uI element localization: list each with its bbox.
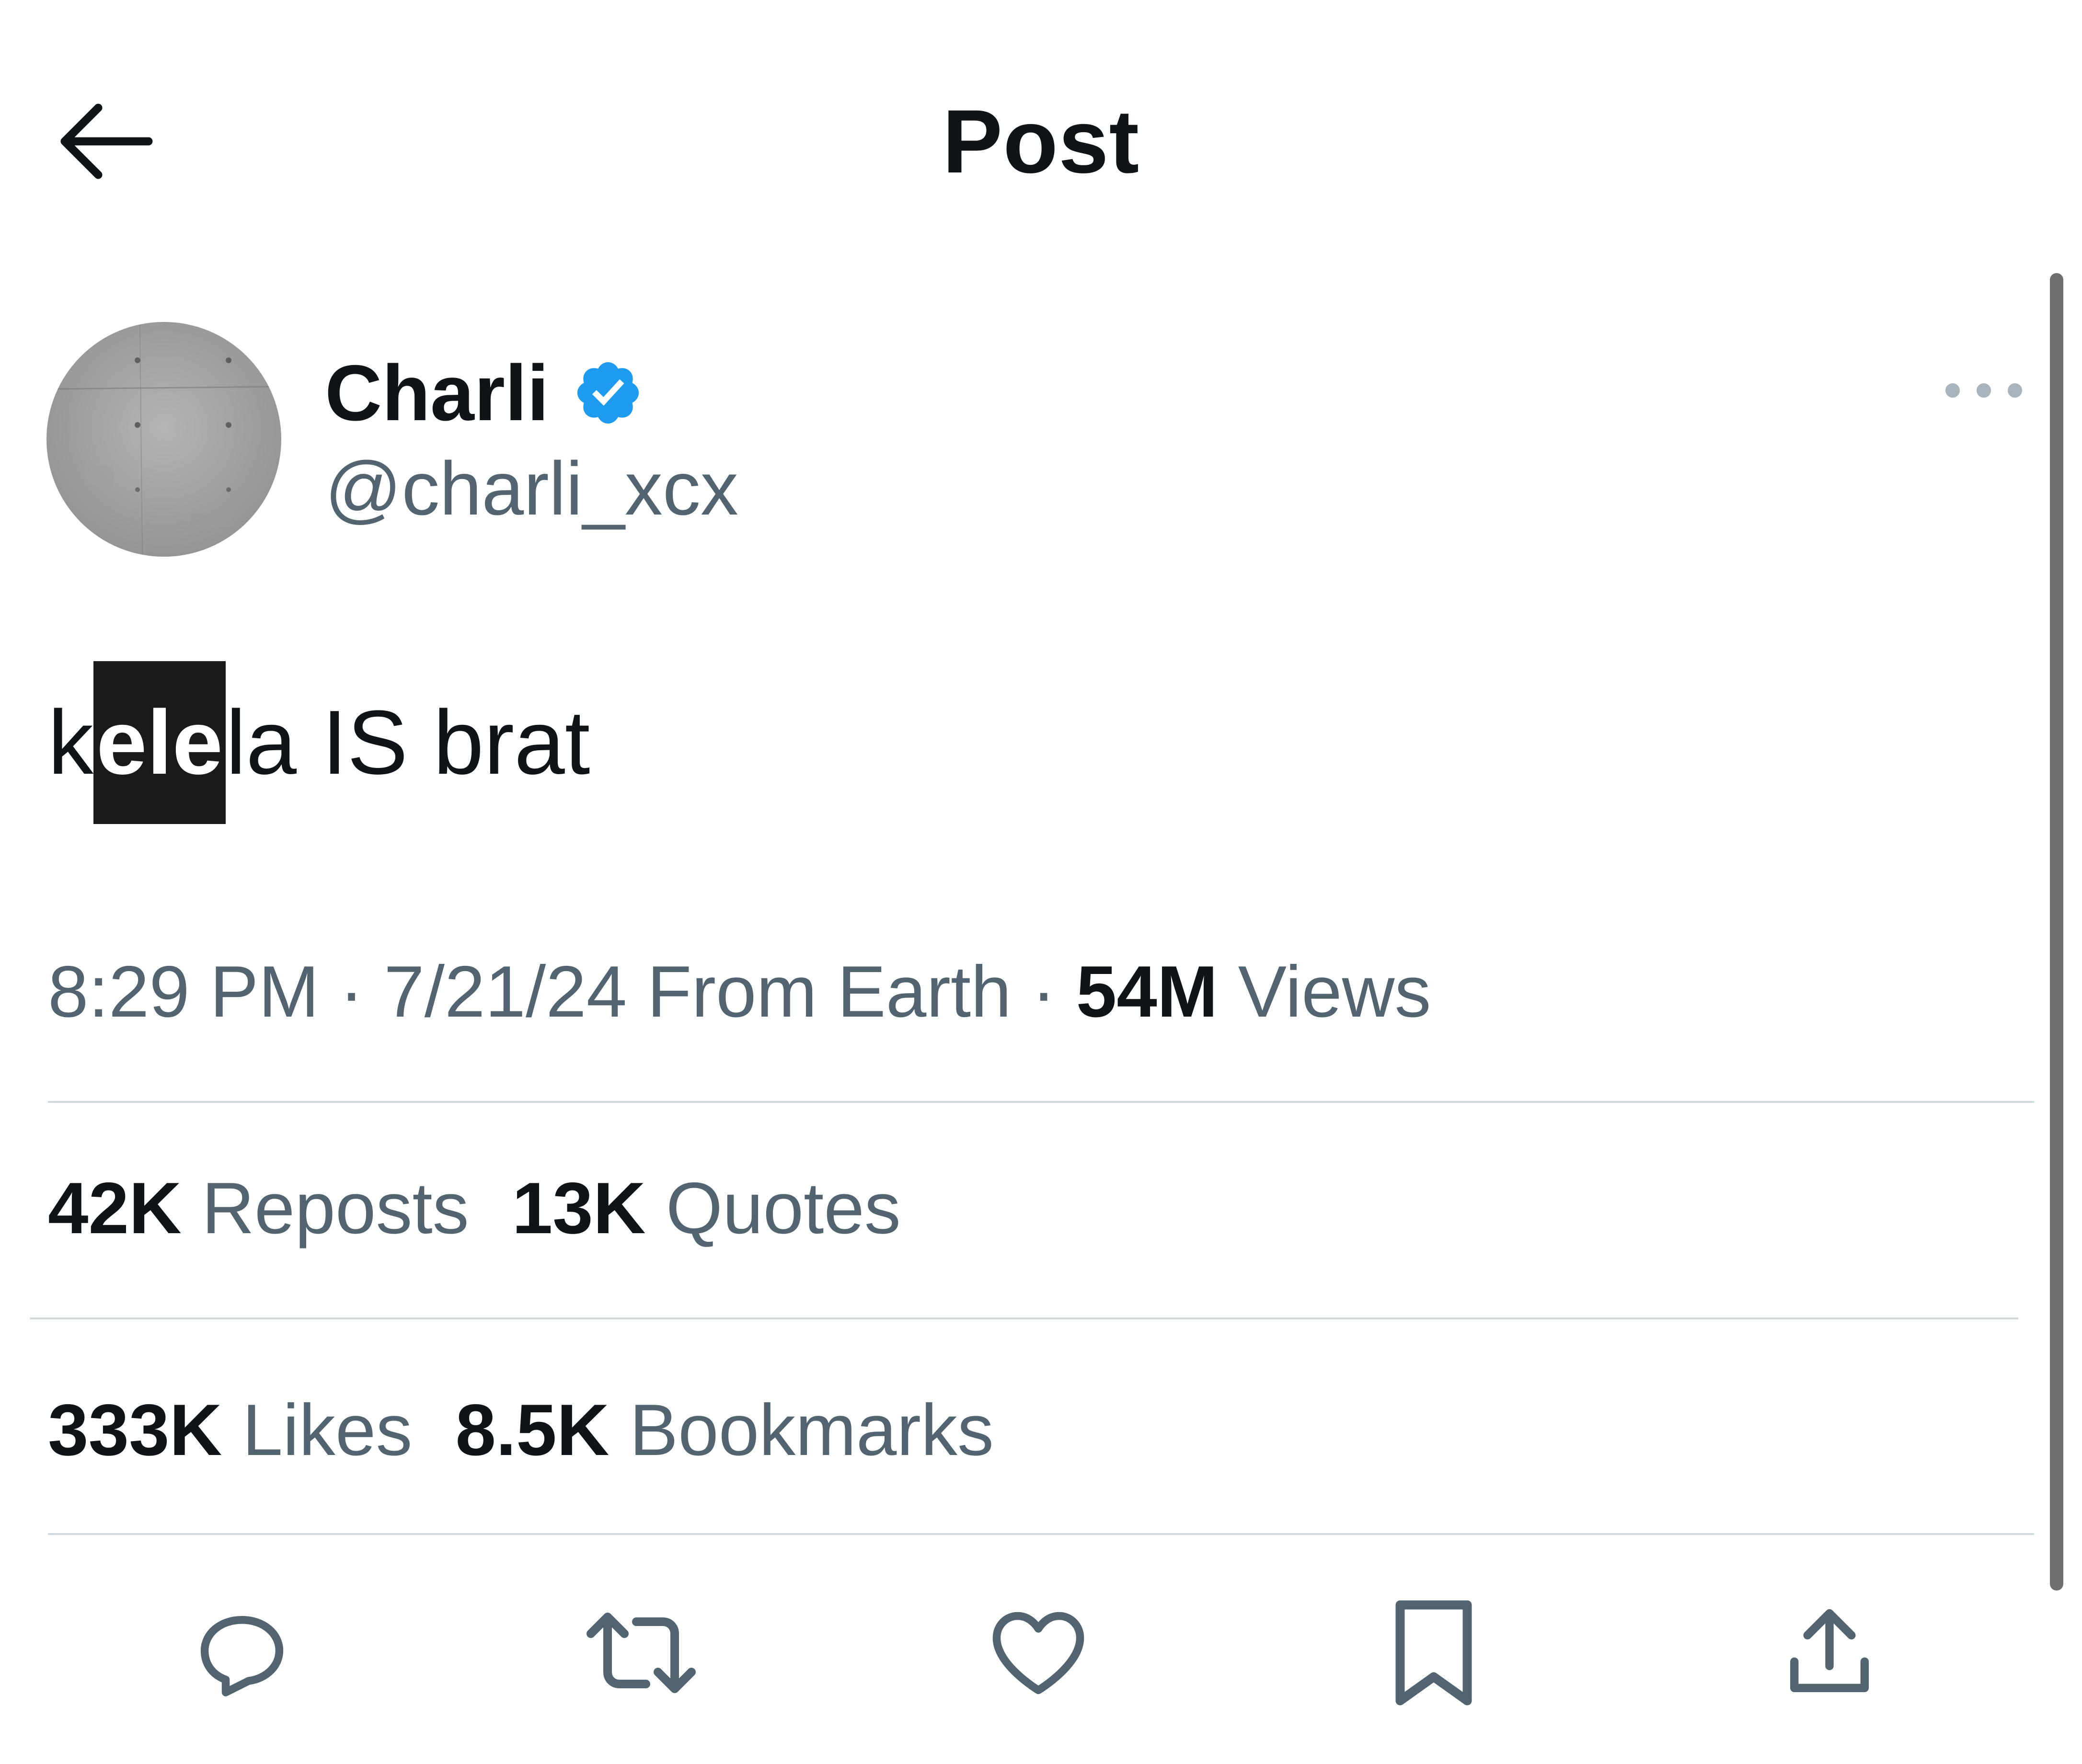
post-time[interactable]: 8:29 PM xyxy=(48,951,319,1032)
divider xyxy=(30,1317,2018,1319)
share-icon xyxy=(1790,1609,1869,1693)
scrollbar[interactable] xyxy=(2050,273,2063,1591)
like-icon xyxy=(992,1612,1084,1695)
quotes-label: Quotes xyxy=(666,1168,901,1249)
bookmarks-stat[interactable]: 8.5K Bookmarks xyxy=(455,1377,994,1483)
avatar[interactable] xyxy=(46,322,281,557)
repost-button[interactable] xyxy=(579,1591,703,1715)
share-button[interactable] xyxy=(1767,1591,1892,1715)
verified-badge-icon[interactable] xyxy=(572,357,644,429)
repost-icon xyxy=(587,1613,696,1693)
views-label: Views xyxy=(1238,951,1431,1032)
like-button[interactable] xyxy=(976,1591,1101,1715)
reposts-count: 42K xyxy=(48,1168,182,1249)
user-handle[interactable]: @charli_xcx xyxy=(325,446,738,532)
meta-separator: · xyxy=(339,951,364,1032)
reply-icon xyxy=(200,1616,284,1696)
quotes-stat[interactable]: 13K Quotes xyxy=(512,1156,901,1261)
views-count: 54M xyxy=(1076,951,1218,1032)
divider xyxy=(48,1101,2034,1103)
likes-label: Likes xyxy=(242,1389,413,1471)
likes-stat[interactable]: 333K Likes xyxy=(48,1377,412,1483)
post-location: From Earth xyxy=(647,951,1012,1032)
divider xyxy=(48,1533,2034,1535)
bookmarks-label: Bookmarks xyxy=(629,1389,994,1471)
stats-row-likes-bookmarks: 333K Likes 8.5K Bookmarks xyxy=(48,1377,1037,1483)
reply-button[interactable] xyxy=(180,1591,304,1715)
likes-count: 333K xyxy=(48,1389,222,1471)
meta-separator: · xyxy=(1031,951,1056,1032)
quotes-count: 13K xyxy=(512,1168,646,1249)
bookmarks-count: 8.5K xyxy=(455,1389,610,1471)
display-name[interactable]: Charli xyxy=(325,350,549,436)
reposts-stat[interactable]: 42K Reposts xyxy=(48,1156,469,1261)
more-horizontal-icon xyxy=(1945,383,2022,398)
post-date[interactable]: 7/21/24 xyxy=(384,951,627,1032)
post-meta: 8:29 PM · 7/21/24 From Earth · 54M Views xyxy=(48,939,1431,1044)
bookmark-icon xyxy=(1395,1600,1472,1706)
post-text-highlight: ele xyxy=(93,661,226,824)
author-name-row[interactable]: Charli xyxy=(325,350,644,436)
post-text-prefix: k xyxy=(48,692,93,793)
stats-row-reposts-quotes: 42K Reposts 13K Quotes xyxy=(48,1156,944,1261)
bookmark-button[interactable] xyxy=(1371,1591,1496,1715)
reposts-label: Reposts xyxy=(202,1168,469,1249)
page-title: Post xyxy=(942,91,1140,192)
post-text: kelela IS brat xyxy=(48,661,590,824)
more-button[interactable] xyxy=(1936,364,2032,417)
post-text-suffix: la IS brat xyxy=(226,692,590,793)
